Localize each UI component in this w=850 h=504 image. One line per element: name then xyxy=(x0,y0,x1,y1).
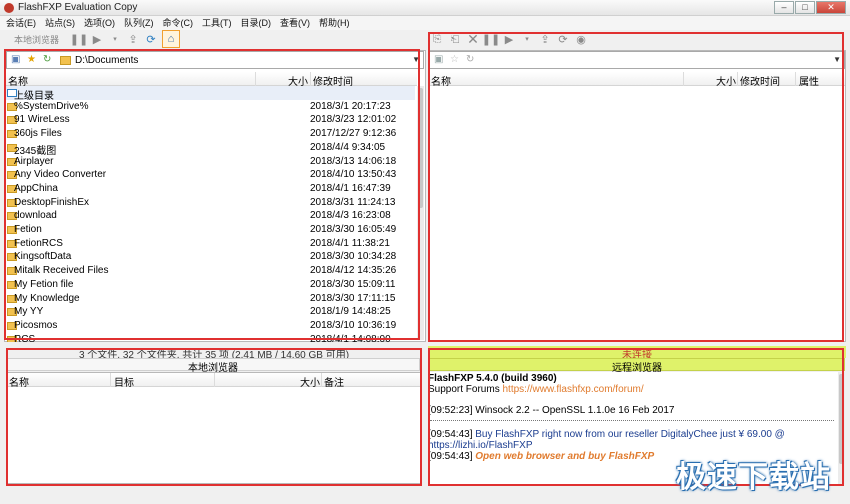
menu-options[interactable]: 选项(O) xyxy=(84,16,115,30)
folder-icon xyxy=(60,55,71,65)
chevron-down-icon[interactable]: ▼ xyxy=(833,55,841,64)
table-row[interactable]: 2345截图 2018/4/4 9:34:05 xyxy=(5,141,415,157)
scrollbar-thumb[interactable] xyxy=(839,374,844,464)
log-support-label: Support Forums xyxy=(430,384,500,395)
support-forum-link[interactable]: https://www.flashfxp.com/forum/ xyxy=(502,384,643,395)
pause-icon[interactable]: ❚❚ xyxy=(70,32,88,46)
star-icon[interactable]: ☆ xyxy=(450,54,462,66)
connection-status: 未连接 xyxy=(428,346,846,361)
sync-icon[interactable]: ↻ xyxy=(43,54,55,66)
local-file-list: 上级目录 %SystemDrive% 2018/3/1 20:17:23 91 W… xyxy=(5,86,415,342)
table-row[interactable]: Airplayer 2018/3/13 14:06:18 xyxy=(5,155,415,169)
reseller-link[interactable]: https://lizhi.io/FlashFXP xyxy=(430,440,532,451)
sync-icon[interactable]: ↻ xyxy=(466,54,478,66)
table-row[interactable]: Any Video Converter 2018/4/10 13:50:43 xyxy=(5,168,415,182)
col-queue-size[interactable]: 大小 xyxy=(300,374,320,389)
log-divider xyxy=(430,420,834,421)
chevron-down-icon[interactable]: ▼ xyxy=(412,55,420,64)
play-icon[interactable]: ▶ xyxy=(90,32,104,46)
app-icon xyxy=(4,3,14,13)
table-row[interactable]: download 2018/4/3 16:23:08 xyxy=(5,209,415,223)
maximize-button[interactable]: □ xyxy=(795,1,815,14)
col-remote-name[interactable]: 名称 xyxy=(431,73,451,88)
menu-commands[interactable]: 命令(C) xyxy=(163,16,194,30)
refresh-icon[interactable]: ⟳ xyxy=(144,32,158,46)
log-version: FlashFXP 5.4.0 (build 3960) xyxy=(430,373,557,384)
table-row[interactable]: %SystemDrive% 2018/3/1 20:17:23 xyxy=(5,100,415,114)
queue-column-header: 名称 目标 大小 备注 xyxy=(7,373,420,389)
parent-dir-row[interactable]: 上级目录 xyxy=(5,86,415,102)
local-browser-label: 本地浏览器 xyxy=(14,34,60,45)
table-row[interactable]: 360js Files 2017/12/27 9:12:36 xyxy=(5,127,415,141)
menu-directory[interactable]: 目录(D) xyxy=(241,16,272,30)
disconnect-icon[interactable]: ✕ xyxy=(466,31,480,47)
menu-tools[interactable]: 工具(T) xyxy=(202,16,232,30)
minimize-button[interactable]: – xyxy=(774,1,794,14)
dropdown-icon[interactable]: ▾ xyxy=(108,32,122,46)
computer-icon[interactable]: ▣ xyxy=(11,54,23,66)
connect-icon[interactable]: ⎘ xyxy=(430,32,444,46)
menu-session[interactable]: 会话(E) xyxy=(6,16,36,30)
table-row[interactable]: FetionRCS 2018/4/1 11:38:21 xyxy=(5,237,415,251)
close-button[interactable]: ✕ xyxy=(816,1,846,14)
menu-queue[interactable]: 队列(Z) xyxy=(124,16,154,30)
log-support-line: Support Forums https://www.flashfxp.com/… xyxy=(430,384,644,395)
computer-icon[interactable]: ▣ xyxy=(434,54,446,66)
log-line: [09:54:43] Open web browser and buy Flas… xyxy=(430,451,655,462)
local-scrollbar[interactable] xyxy=(417,86,424,340)
local-path-bar[interactable]: ▣ ★ ↻ D:\Documents ▼ xyxy=(6,51,424,69)
scrollbar-thumb[interactable] xyxy=(418,88,423,208)
dropdown-icon[interactable]: ▾ xyxy=(520,32,534,46)
log-line: [09:54:43] Buy FlashFXP right now from o… xyxy=(430,429,785,440)
play-icon[interactable]: ▶ xyxy=(502,32,516,46)
remote-path-bar[interactable]: ▣ ☆ ↻ ▼ xyxy=(429,51,845,69)
local-toolbar: 本地浏览器 ❚❚ ▶ ▾ ⇪ ⟳ ⌂ xyxy=(4,30,180,48)
col-remote-modified[interactable]: 修改时间 xyxy=(740,73,780,88)
local-path[interactable]: D:\Documents xyxy=(75,55,138,66)
remote-column-header: 名称 大小 修改时间 属性 xyxy=(429,72,845,88)
table-row[interactable]: My Fetion file 2018/3/30 15:09:11 xyxy=(5,278,415,292)
col-remote-size[interactable]: 大小 xyxy=(716,73,736,88)
log-scrollbar[interactable] xyxy=(838,372,845,484)
table-row[interactable]: KingsoftData 2018/3/30 10:34:28 xyxy=(5,250,415,264)
star-icon[interactable]: ★ xyxy=(27,54,39,66)
window-title: FlashFXP Evaluation Copy xyxy=(18,2,138,13)
refresh-icon[interactable]: ⟳ xyxy=(556,32,570,46)
table-row[interactable]: My Knowledge 2018/3/30 17:11:15 xyxy=(5,292,415,306)
quick-connect-icon[interactable]: ⎗ xyxy=(448,32,462,46)
local-column-header: 名称 大小 修改时间 xyxy=(5,72,417,88)
pause-icon[interactable]: ❚❚ xyxy=(482,32,500,46)
col-queue-note[interactable]: 备注 xyxy=(324,374,344,389)
table-row[interactable]: 91 WireLess 2018/3/23 12:01:02 xyxy=(5,113,415,127)
transfer-icon[interactable]: ⇪ xyxy=(126,32,140,46)
remote-file-panel xyxy=(428,50,846,342)
table-row[interactable]: My YY 2018/1/9 14:48:25 xyxy=(5,305,415,319)
table-row[interactable]: Fetion 2018/3/30 16:05:49 xyxy=(5,223,415,237)
col-remote-attributes[interactable]: 属性 xyxy=(799,73,819,88)
table-row[interactable]: Mitalk Received Files 2018/4/12 14:35:26 xyxy=(5,264,415,278)
queue-panel xyxy=(6,372,422,484)
log-line: [09:52:23] Winsock 2.2 -- OpenSSL 1.1.0e… xyxy=(430,405,675,416)
menu-bar: 会话(E) 站点(S) 选项(O) 队列(Z) 命令(C) 工具(T) 目录(D… xyxy=(0,16,850,30)
table-row[interactable]: Picosmos 2018/3/10 10:36:19 xyxy=(5,319,415,333)
menu-help[interactable]: 帮助(H) xyxy=(319,16,350,30)
col-queue-name[interactable]: 名称 xyxy=(9,374,29,389)
title-bar: FlashFXP Evaluation Copy – □ ✕ xyxy=(0,0,850,16)
col-queue-target[interactable]: 目标 xyxy=(114,374,134,389)
table-row[interactable]: DesktopFinishEx 2018/3/31 11:24:13 xyxy=(5,196,415,210)
remote-browser-tab[interactable]: 远程浏览器 xyxy=(429,358,845,374)
abort-icon[interactable]: ◉ xyxy=(574,32,588,46)
table-row[interactable]: RCS 2018/4/1 14:08:00 xyxy=(5,333,415,342)
menu-sites[interactable]: 站点(S) xyxy=(45,16,75,30)
transfer-icon[interactable]: ⇪ xyxy=(538,32,552,46)
table-row[interactable]: AppChina 2018/4/1 16:47:39 xyxy=(5,182,415,196)
remote-toolbar: ⎘ ⎗ ✕ ❚❚ ▶ ▾ ⇪ ⟳ ◉ xyxy=(430,30,588,48)
home-icon[interactable]: ⌂ xyxy=(162,30,180,48)
menu-view[interactable]: 查看(V) xyxy=(280,16,310,30)
buy-link[interactable]: Open web browser and buy FlashFXP xyxy=(475,451,654,462)
local-browser-tab[interactable]: 本地浏览器 xyxy=(6,358,420,374)
watermark: 极速下载站 xyxy=(676,460,831,495)
